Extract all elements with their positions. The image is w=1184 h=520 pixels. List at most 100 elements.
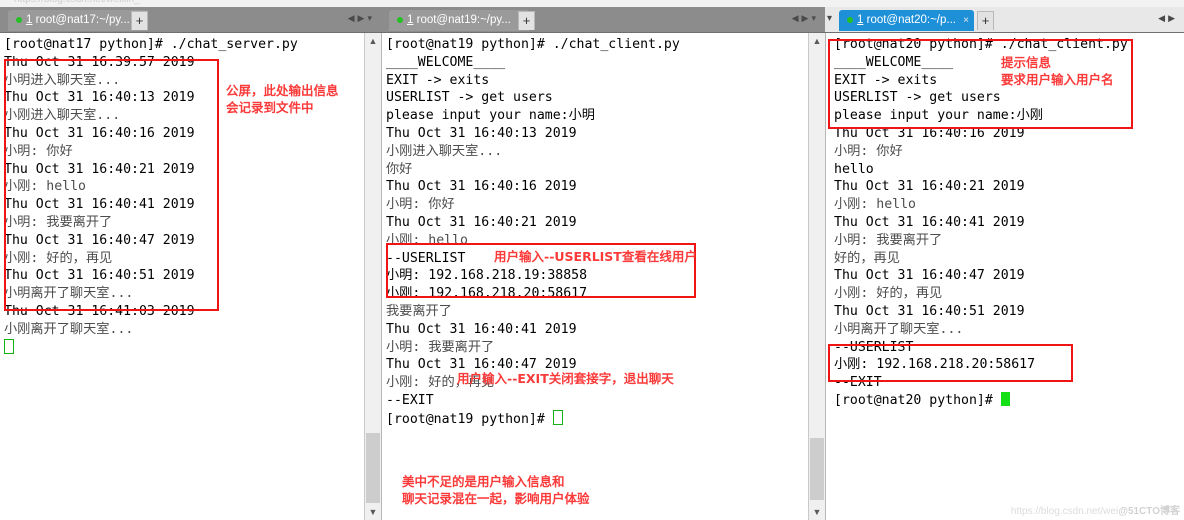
terminal-line: 小明: 你好 bbox=[834, 143, 903, 159]
chevron-left-icon[interactable]: ◀ bbox=[1158, 13, 1168, 23]
terminal-line: [root@nat20 python]# bbox=[834, 391, 1162, 410]
terminal-line bbox=[4, 338, 359, 357]
terminal-line: hello bbox=[834, 161, 874, 177]
terminal-line: [root@nat17 python]# ./chat_server.py bbox=[4, 37, 298, 52]
chevron-right-icon[interactable]: ▶ bbox=[802, 13, 812, 23]
terminal-output-nat19[interactable]: [root@nat19 python]# ./chat_client.py ___… bbox=[381, 33, 825, 520]
terminal-panel-nat19: 1 root@nat19:~/py... × + ◀▶▾ [root@nat19… bbox=[381, 7, 825, 520]
clipped-toolbar-text: https://blog.csdn.net/weixin_ bbox=[14, 0, 140, 5]
terminal-line: 小刚: 好的，再见 bbox=[834, 286, 943, 302]
terminal-line: please input your name:小刚 bbox=[834, 108, 1043, 124]
terminal-line: Thu Oct 31 16:40:51 2019 bbox=[834, 303, 1025, 319]
tab-status-dot-icon bbox=[847, 16, 853, 23]
terminal-line: --EXIT bbox=[386, 392, 434, 408]
terminal-line: 小明离开了聊天室... bbox=[4, 286, 134, 302]
annotation-text-userlist: 用户输入--USERLIST查看在线用户 bbox=[494, 249, 697, 264]
tabbar-nat20: ▾ 1 root@nat20:~/p... × + ◀▶ bbox=[825, 7, 1184, 33]
terminal-line: EXIT -> exits bbox=[386, 72, 490, 88]
tab-nav-controls[interactable]: ◀▶▾ bbox=[792, 13, 819, 24]
terminal-line: Thu Oct 31 16:40:41 2019 bbox=[4, 197, 195, 213]
terminal-panel-nat20: ▾ 1 root@nat20:~/p... × + ◀▶ [root@nat20… bbox=[825, 7, 1184, 520]
terminal-line: 我要离开了 bbox=[386, 303, 452, 319]
terminal-output-nat17[interactable]: [root@nat17 python]# ./chat_server.py Thu… bbox=[0, 33, 381, 520]
tab-nat19[interactable]: 1 root@nat19:~/py... × bbox=[389, 10, 529, 31]
terminal-line: [root@nat19 python]# bbox=[386, 409, 803, 428]
terminal-line: Thu Oct 31 16:40:16 2019 bbox=[4, 125, 195, 141]
terminal-line: Thu Oct 31 16:40:51 2019 bbox=[4, 268, 195, 284]
terminal-lines-nat20: [root@nat20 python]# ./chat_client.py ___… bbox=[834, 36, 1162, 410]
terminal-line: 小刚离开了聊天室... bbox=[4, 321, 134, 337]
watermark-url: https://blog.csdn.net/wei bbox=[1010, 506, 1119, 517]
terminal-cursor bbox=[4, 338, 14, 354]
terminal-line: 小明: 我要离开了 bbox=[834, 232, 943, 248]
terminal-line: 小明: 我要离开了 bbox=[4, 214, 113, 230]
tab-number: 1 bbox=[857, 14, 864, 26]
terminal-line: 小刚进入聊天室... bbox=[386, 143, 503, 159]
chevron-left-icon[interactable]: ◀ bbox=[348, 13, 358, 23]
terminal-line: Thu Oct 31 16:40:41 2019 bbox=[834, 214, 1025, 230]
terminal-line: 小明: 我要离开了 bbox=[386, 339, 495, 355]
tab-nat20[interactable]: 1 root@nat20:~/p... × bbox=[839, 10, 974, 31]
scroll-down-icon[interactable]: ▼ bbox=[809, 504, 825, 520]
terminal-lines-nat19: [root@nat19 python]# ./chat_client.py ___… bbox=[386, 36, 803, 428]
annotation-text-server-log: 公屏，此处输出信息 会记录到文件中 bbox=[226, 83, 339, 115]
tab-title: root@nat20:~/p... bbox=[866, 14, 956, 26]
scrollbar-nat19[interactable]: ▲ ▼ bbox=[808, 33, 825, 520]
tab-title: root@nat19:~/py... bbox=[416, 14, 511, 26]
terminal-line: 小刚: hello bbox=[4, 179, 86, 195]
terminal-line: Thu Oct 31 16:40:47 2019 bbox=[4, 232, 195, 248]
tab-number: 1 bbox=[26, 14, 33, 26]
terminal-line: 小明: 你好 bbox=[4, 143, 73, 159]
chevron-down-icon[interactable]: ▾ bbox=[367, 13, 375, 23]
scroll-up-icon[interactable]: ▲ bbox=[809, 33, 825, 49]
close-icon[interactable]: × bbox=[963, 10, 969, 31]
chevron-down-icon[interactable]: ▾ bbox=[811, 13, 819, 23]
terminal-line: Thu Oct 31 16:40:13 2019 bbox=[386, 125, 577, 141]
terminal-line: 小刚: 192.168.218.20:58617 bbox=[834, 357, 1036, 373]
chevron-right-icon[interactable]: ▶ bbox=[358, 13, 368, 23]
terminal-line: --EXIT bbox=[834, 375, 882, 391]
tab-nat17[interactable]: 1 root@nat17:~/py... × bbox=[8, 10, 148, 31]
terminal-line: USERLIST -> get users bbox=[386, 90, 553, 106]
terminal-line: --USERLIST bbox=[834, 339, 914, 355]
terminal-output-nat20[interactable]: [root@nat20 python]# ./chat_client.py ___… bbox=[825, 33, 1184, 520]
watermark: https://blog.csdn.net/wei@51CTO博客 bbox=[1011, 502, 1180, 517]
annotation-text-bottom-note: 美中不足的是用户输入信息和 聊天记录混在一起，影响用户体验 bbox=[402, 474, 590, 506]
new-tab-button[interactable]: + bbox=[131, 11, 148, 30]
terminal-line: Thu Oct 31 16:41:03 2019 bbox=[4, 303, 195, 319]
scroll-down-icon[interactable]: ▼ bbox=[365, 504, 381, 520]
terminal-line: Thu Oct 31 16:40:21 2019 bbox=[4, 161, 195, 177]
scrollbar-thumb[interactable] bbox=[810, 438, 824, 500]
annotation-text-exit: 用户输入--EXIT关闭套接字，退出聊天 bbox=[457, 371, 674, 386]
tab-nav-controls[interactable]: ◀▶▾ bbox=[348, 13, 375, 24]
terminal-line: Thu Oct 31 16:40:41 2019 bbox=[386, 321, 577, 337]
tab-status-dot-icon bbox=[397, 16, 403, 23]
chevron-right-icon[interactable]: ▶ bbox=[1168, 13, 1178, 23]
terminal-line: 小刚: hello bbox=[386, 232, 468, 248]
terminal-line: [root@nat20 python]# ./chat_client.py bbox=[834, 37, 1128, 52]
terminal-line: Thu Oct 31 16:40:16 2019 bbox=[834, 125, 1025, 141]
watermark-brand: @51CTO博客 bbox=[1118, 506, 1180, 517]
tab-title: root@nat17:~/py... bbox=[35, 14, 130, 26]
terminal-line: [root@nat19 python]# ./chat_client.py bbox=[386, 37, 680, 52]
terminal-line: 小明离开了聊天室... bbox=[834, 321, 964, 337]
chevron-left-icon[interactable]: ◀ bbox=[792, 13, 802, 23]
tab-nav-controls[interactable]: ◀▶ bbox=[1158, 13, 1178, 24]
terminal-line: 小刚: 好的，再见 bbox=[4, 250, 113, 266]
terminal-line: Thu Oct 31 16:40:21 2019 bbox=[834, 179, 1025, 195]
scroll-up-icon[interactable]: ▲ bbox=[365, 33, 381, 49]
terminal-line: 小刚: 192.168.218.20:58617 bbox=[386, 286, 588, 302]
terminal-line: please input your name:小明 bbox=[386, 108, 595, 124]
terminal-line: 小刚: hello bbox=[834, 197, 916, 213]
tab-status-dot-icon bbox=[16, 16, 22, 23]
terminal-line: 小明: 你好 bbox=[386, 197, 455, 213]
new-tab-button[interactable]: + bbox=[977, 11, 994, 30]
new-tab-button[interactable]: + bbox=[518, 11, 535, 30]
tabbar-nat17: 1 root@nat17:~/py... × + ◀▶▾ bbox=[0, 7, 381, 33]
scrollbar-thumb[interactable] bbox=[366, 433, 380, 503]
scrollbar-nat17[interactable]: ▲ ▼ bbox=[364, 33, 381, 520]
annotation-text-welcome: 提示信息 要求用户输入用户名 bbox=[1001, 55, 1114, 87]
terminal-line: 好的，再见 bbox=[834, 250, 900, 266]
terminal-line: 你好 bbox=[386, 161, 413, 177]
tabbar-overflow-icon[interactable]: ▾ bbox=[827, 13, 832, 24]
